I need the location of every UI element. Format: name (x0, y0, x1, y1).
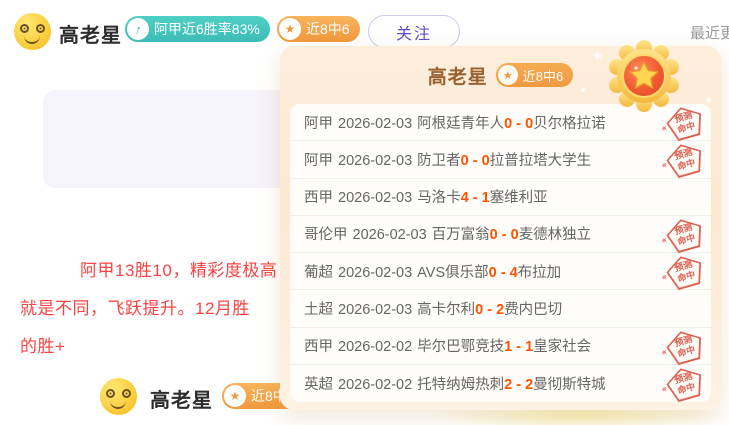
match-league: 阿甲 (304, 153, 333, 169)
match-home-team: 托特纳姆热刺 (417, 377, 504, 393)
match-row[interactable]: 英超 2026-02-02 托特纳姆热刺2 - 2曼彻斯特城 «预测命中 (290, 365, 711, 402)
match-score: 4 - 1 (461, 190, 490, 206)
win-rate-badge: ↑ 阿甲近6胜率83% (125, 16, 270, 42)
match-date: 2026-02-03 (353, 227, 427, 243)
match-away-team: 皇家社会 (533, 339, 591, 355)
avatar-smile-icon (110, 400, 126, 409)
match-row[interactable]: 阿甲 2026-02-03 防卫者0 - 0拉普拉塔大学生 «预测命中 (290, 141, 711, 178)
recent-update-label: 最近更 (690, 22, 729, 43)
commentary-line: 就是不同，飞跃提升。12月胜 (20, 294, 250, 319)
match-score: 0 - 0 (461, 153, 490, 169)
prediction-record-popup: 高老星 ★ 近8中6 ✦ ✦ ✦ (280, 46, 721, 410)
prediction-hit-stamp-icon: «预测命中 (659, 325, 708, 367)
sparkle-icon: ✦ (592, 48, 604, 65)
match-away-team: 费内巴切 (504, 302, 562, 318)
match-date: 2026-02-03 (338, 302, 412, 318)
match-away-team: 贝尔格拉诺 (533, 116, 606, 132)
hit-streak-badge-label: 近8中6 (523, 66, 563, 85)
commentary-line: 阿甲13胜10，精彩度极高 (80, 256, 277, 281)
match-score: 0 - 0 (504, 116, 533, 132)
match-date: 2026-02-03 (338, 265, 412, 281)
match-score: 1 - 1 (504, 339, 533, 355)
prediction-hit-stamp-icon: «预测命中 (659, 251, 708, 293)
popup-title: 高老星 (428, 62, 488, 89)
match-away-team: 塞维利亚 (490, 190, 548, 206)
user-name[interactable]: 高老星 (150, 384, 213, 413)
match-date: 2026-02-03 (338, 190, 412, 206)
user-name[interactable]: 高老星 (59, 19, 122, 48)
prediction-hit-stamp-icon: «预测命中 (659, 363, 708, 402)
star-icon: ★ (279, 18, 301, 40)
match-home-team: 百万富翁 (432, 227, 490, 243)
match-away-team: 麦德林独立 (519, 227, 592, 243)
match-league: 英超 (304, 377, 333, 393)
avatar-smile-icon (24, 35, 40, 44)
match-score: 0 - 4 (489, 265, 518, 281)
match-row[interactable]: 西甲2026-02-03马洛卡4 - 1塞维利亚 «预测命中 (290, 179, 711, 216)
match-score: 0 - 0 (490, 227, 519, 243)
avatar-eye-icon (122, 389, 131, 398)
match-row[interactable]: 哥伦甲 2026-02-03 百万富翁0 - 0麦德林独立 «预测命中 (290, 216, 711, 253)
match-result-list: 阿甲2026-02-03阿根廷青年人0 - 0贝尔格拉诺 «预测命中 阿甲202… (290, 104, 711, 402)
match-home-team: AVS俱乐部 (417, 265, 488, 281)
commentary-line: 的胜+ (20, 332, 65, 357)
up-arrow-icon: ↑ (127, 18, 149, 40)
win-rate-badge-label: 阿甲近6胜率83% (154, 19, 260, 39)
avatar-eye-icon (36, 24, 45, 33)
user-avatar[interactable] (14, 13, 51, 50)
match-away-team: 布拉加 (518, 265, 562, 281)
match-home-team: 防卫者 (417, 153, 461, 169)
match-away-team: 曼彻斯特城 (533, 377, 606, 393)
match-league: 土超 (304, 302, 333, 318)
star-icon: ★ (498, 65, 518, 85)
match-date: 2026-02-03 (338, 116, 412, 132)
match-league: 西甲 (304, 339, 333, 355)
sparkle-icon: ✦ (704, 94, 713, 107)
match-row[interactable]: 葡超 2026-02-03 AVS俱乐部0 - 4布拉加 «预测命中 (290, 253, 711, 290)
match-row[interactable]: 西甲 2026-02-02 毕尔巴鄂竞技1 - 1皇家社会 «预测命中 (290, 328, 711, 365)
prediction-hit-stamp-icon: «预测命中 (659, 139, 708, 181)
match-score: 0 - 2 (475, 302, 504, 318)
match-date: 2026-02-02 (338, 339, 412, 355)
hit-streak-badge: ★ 近8中6 (496, 63, 573, 87)
match-date: 2026-02-02 (338, 377, 412, 393)
match-row[interactable]: 土超2026-02-03高卡尔利0 - 2费内巴切 «预测命中 (290, 290, 711, 327)
follow-button[interactable]: 关注 (368, 15, 460, 48)
gold-star-medal-icon (606, 38, 682, 114)
match-home-team: 阿根廷青年人 (417, 116, 504, 132)
avatar-eye-icon (20, 24, 29, 33)
match-league: 哥伦甲 (304, 227, 348, 243)
match-away-team: 拉普拉塔大学生 (490, 153, 592, 169)
hit-streak-badge: ★ 近8中6 (277, 16, 360, 42)
match-home-team: 毕尔巴鄂竞技 (417, 339, 504, 355)
match-score: 2 - 2 (504, 377, 533, 393)
match-league: 葡超 (304, 265, 333, 281)
user-avatar[interactable] (100, 378, 137, 415)
match-home-team: 高卡尔利 (417, 302, 475, 318)
match-date: 2026-02-03 (338, 153, 412, 169)
page: 高老星 ↑ 阿甲近6胜率83% ★ 近8中6 关注 最近更 阿甲13胜10，精彩… (0, 0, 729, 425)
match-league: 西甲 (304, 190, 333, 206)
hit-streak-badge-label: 近8中6 (306, 19, 350, 39)
avatar-eye-icon (106, 389, 115, 398)
sparkle-icon: ✦ (580, 86, 587, 95)
prediction-hit-stamp-icon: «预测命中 (659, 214, 708, 256)
match-league: 阿甲 (304, 116, 333, 132)
match-home-team: 马洛卡 (417, 190, 461, 206)
star-icon: ★ (224, 385, 246, 407)
